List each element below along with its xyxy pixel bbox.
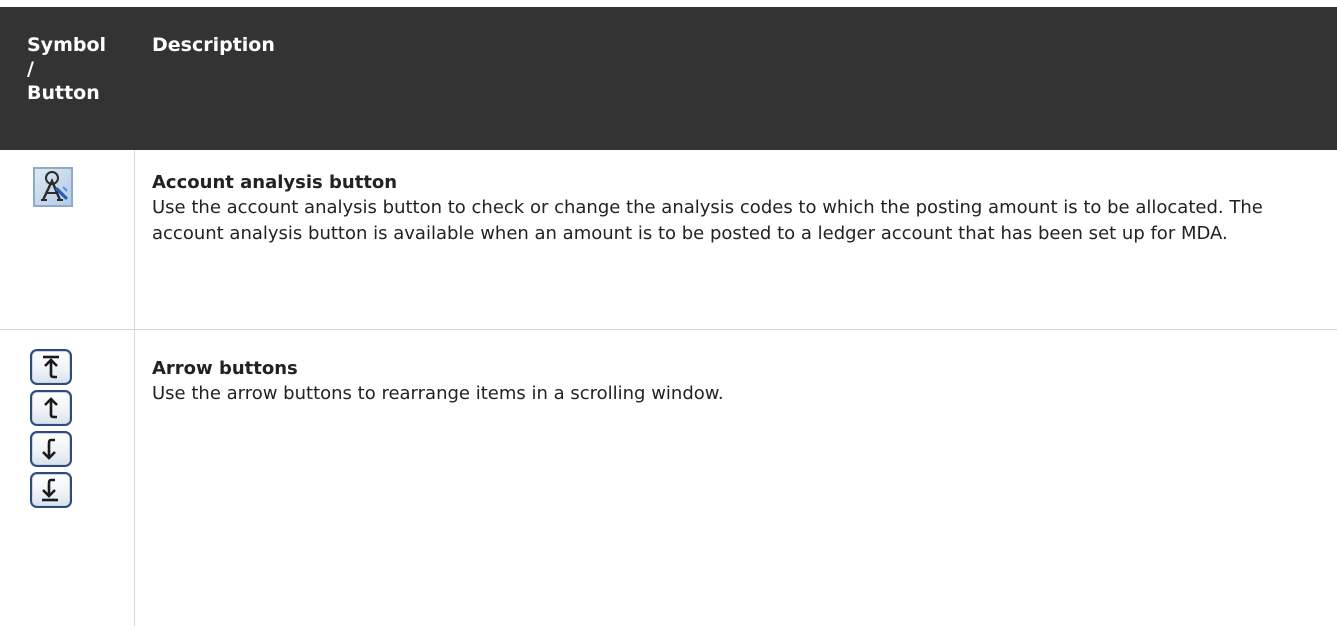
row-divider xyxy=(0,329,1337,330)
account-analysis-title: Account analysis button xyxy=(152,172,398,193)
arrow-buttons-title: Arrow buttons xyxy=(152,358,298,379)
move-to-top-icon xyxy=(43,355,59,379)
move-to-bottom-button[interactable] xyxy=(30,472,72,508)
account-analysis-icon xyxy=(33,167,73,207)
header-symbol-line2: / xyxy=(27,58,34,80)
arrow-buttons-group xyxy=(30,349,80,513)
header-symbol-line1: Symbol xyxy=(27,34,107,56)
move-to-top-button[interactable] xyxy=(30,349,72,385)
top-spacer xyxy=(0,0,1337,7)
header-description: Description xyxy=(152,34,275,56)
header-symbol-button: Symbol / Button xyxy=(27,33,137,105)
arrow-buttons-description: Use the arrow buttons to rearrange items… xyxy=(152,383,724,404)
account-analysis-description: Use the account analysis button to check… xyxy=(152,197,1263,244)
move-up-button[interactable] xyxy=(30,390,72,426)
table-header-row: Symbol / Button Description xyxy=(0,7,1337,150)
header-symbol-line3: Button xyxy=(27,82,100,104)
column-divider xyxy=(134,150,135,626)
symbol-table: Symbol / Button Description Account anal… xyxy=(0,0,1337,626)
move-to-bottom-icon xyxy=(42,478,58,502)
move-down-icon xyxy=(42,438,56,460)
move-up-icon xyxy=(44,397,58,419)
move-down-button[interactable] xyxy=(30,431,72,467)
